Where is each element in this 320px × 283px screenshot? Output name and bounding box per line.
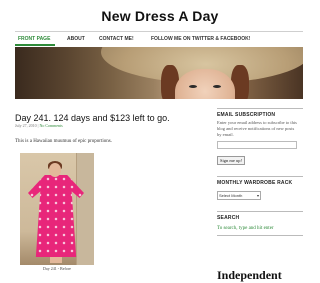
chevron-down-icon: ▾	[256, 193, 259, 198]
nav-about[interactable]: ABOUT	[67, 36, 85, 42]
archive-widget-title: MONTHLY WARDROBE RACK	[217, 176, 303, 188]
title-divider	[15, 31, 303, 32]
nav-follow[interactable]: FOLLOW ME ON TWITTER & FACEBOOK!	[151, 36, 250, 42]
header-banner-image	[15, 47, 303, 99]
search-input[interactable]: To search, type and hit enter	[217, 226, 303, 231]
nav-active-indicator	[15, 44, 55, 46]
photo-caption: Day 241 - Before	[43, 266, 71, 271]
search-divider	[217, 235, 303, 236]
banner-eye-left	[189, 85, 197, 88]
search-widget-title: SEARCH	[217, 211, 303, 223]
post-photo[interactable]	[20, 153, 94, 265]
photo-door	[76, 153, 94, 265]
banner-eye-right	[213, 85, 221, 88]
nav-contact[interactable]: CONTACT ME!	[99, 36, 134, 42]
post-meta: July 27, 2010 | No Comments	[15, 123, 63, 128]
email-widget-title: EMAIL SUBSCRIPTION	[217, 108, 303, 120]
main-nav: FRONT PAGE ABOUT CONTACT ME! FOLLOW ME O…	[15, 34, 303, 46]
email-widget-text: Enter your email address to subscribe to…	[217, 120, 297, 137]
nav-front-page[interactable]: FRONT PAGE	[18, 36, 50, 42]
site-title[interactable]: New Dress A Day	[0, 8, 320, 24]
sidebar: EMAIL SUBSCRIPTION Enter your email addr…	[217, 108, 303, 236]
email-field[interactable]	[217, 141, 297, 149]
month-select[interactable]: Select Month ▾	[217, 191, 261, 200]
month-select-value: Select Month	[219, 193, 243, 198]
post-title[interactable]: Day 241. 124 days and $123 left to go.	[15, 113, 170, 123]
photo-head	[49, 163, 61, 177]
post-date: July 27, 2010	[15, 123, 37, 128]
signup-button[interactable]: Sign me up!	[217, 156, 245, 165]
independent-badge[interactable]: Independent	[217, 268, 282, 283]
post-comments-link[interactable]: No Comments	[39, 123, 62, 128]
post-body-text: This is a Hawaiian muumuu of epic propor…	[15, 139, 112, 144]
